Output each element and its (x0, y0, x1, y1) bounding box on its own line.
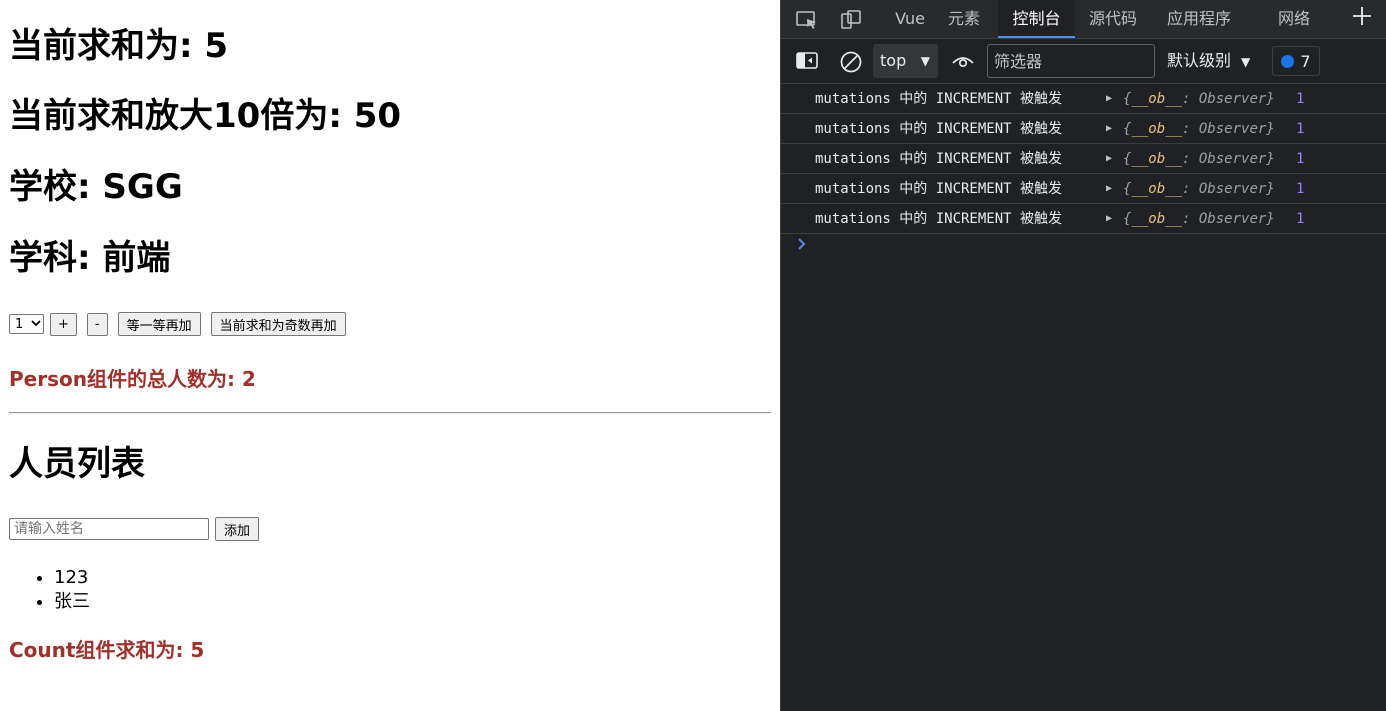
counter-controls: 1 + - 等一等再加 当前求和为奇数再加 (9, 312, 346, 336)
expand-triangle-icon[interactable]: ▶ (1106, 174, 1112, 204)
console-number-value: 1 (1296, 91, 1305, 107)
console-message-text: mutations 中的 INCREMENT 被触发 (815, 121, 1063, 137)
context-value: top (880, 51, 907, 70)
devtools-panel: Vue 元素 控制台 源代码 应用程序 网络 top ▼ 默认级别 ▼ 7 (780, 0, 1386, 711)
subject-heading: 学科: 前端 (9, 238, 171, 278)
prompt-chevron-icon[interactable] (797, 236, 807, 255)
console-number-value: 1 (1296, 181, 1305, 197)
expand-triangle-icon[interactable]: ▶ (1106, 204, 1112, 234)
console-object-preview[interactable]: {__ob__: Observer} (1123, 84, 1275, 114)
console-message-text: mutations 中的 INCREMENT 被触发 (815, 211, 1063, 227)
console-object-preview[interactable]: {__ob__: Observer} (1123, 114, 1275, 144)
console-message-text: mutations 中的 INCREMENT 被触发 (815, 181, 1063, 197)
devtools-tabbar: Vue 元素 控制台 源代码 应用程序 网络 (781, 0, 1386, 39)
tab-elements[interactable]: 元素 (941, 0, 987, 38)
triangle-down-icon: ▼ (920, 54, 930, 68)
console-number-value: 1 (1296, 151, 1305, 167)
live-expression-icon[interactable] (951, 51, 975, 73)
person-total-text: Person组件的总人数为: 2 (9, 367, 256, 391)
console-object-preview[interactable]: {__ob__: Observer} (1123, 204, 1275, 234)
console-toolbar: top ▼ 默认级别 ▼ 7 (781, 39, 1386, 84)
add-person-row: 添加 (9, 517, 260, 541)
count-sum-text: Count组件求和为: 5 (9, 638, 205, 662)
tab-application[interactable]: 应用程序 (1159, 0, 1239, 38)
message-count-badge[interactable]: 7 (1272, 46, 1320, 76)
console-message-text: mutations 中的 INCREMENT 被触发 (815, 91, 1063, 107)
console-number-value: 1 (1296, 121, 1305, 137)
app-page: 当前求和为: 5 当前求和放大10倍为: 50 学校: SGG 学科: 前端 1… (0, 0, 780, 711)
tab-vue[interactable]: Vue (887, 0, 933, 38)
step-select[interactable]: 1 (9, 314, 44, 334)
person-list: 123 张三 (30, 566, 90, 614)
tab-network[interactable]: 网络 (1269, 0, 1319, 38)
console-filter-input[interactable] (987, 44, 1155, 78)
sum-heading: 当前求和为: 5 (9, 26, 229, 66)
school-heading: 学校: SGG (9, 167, 183, 207)
tab-sources[interactable]: 源代码 (1081, 0, 1145, 38)
console-message-text: mutations 中的 INCREMENT 被触发 (815, 151, 1063, 167)
console-message: mutations 中的 INCREMENT 被触发 ▶ {__ob__: Ob… (781, 174, 1386, 204)
device-toggle-icon[interactable] (839, 9, 863, 31)
odd-add-button[interactable]: 当前求和为奇数再加 (210, 312, 346, 336)
add-person-button[interactable]: 添加 (215, 517, 260, 541)
add-tab-icon[interactable] (1351, 5, 1373, 32)
console-message: mutations 中的 INCREMENT 被触发 ▶ {__ob__: Ob… (781, 204, 1386, 234)
list-item: 123 (54, 566, 90, 590)
tab-console[interactable]: 控制台 (998, 0, 1075, 38)
expand-triangle-icon[interactable]: ▶ (1106, 114, 1112, 144)
inspect-icon[interactable] (795, 9, 819, 31)
expand-triangle-icon[interactable]: ▶ (1106, 84, 1112, 114)
increment-button[interactable]: + (50, 312, 77, 336)
list-item: 张三 (54, 590, 90, 614)
person-list-heading: 人员列表 (9, 444, 145, 484)
message-count: 7 (1300, 51, 1311, 71)
triangle-down-icon: ▼ (1241, 55, 1251, 69)
name-input[interactable] (9, 518, 209, 540)
console-number-value: 1 (1296, 211, 1305, 227)
console-message: mutations 中的 INCREMENT 被触发 ▶ {__ob__: Ob… (781, 84, 1386, 114)
sidebar-icon[interactable] (795, 50, 819, 72)
clear-console-icon[interactable] (839, 50, 863, 73)
log-levels-label: 默认级别 (1167, 51, 1232, 70)
wait-add-button[interactable]: 等一等再加 (117, 312, 201, 336)
log-levels-dropdown[interactable]: 默认级别 ▼ (1167, 44, 1250, 78)
console-log-list: mutations 中的 INCREMENT 被触发 ▶ {__ob__: Ob… (781, 84, 1386, 234)
message-bubble-icon (1281, 54, 1295, 68)
console-message: mutations 中的 INCREMENT 被触发 ▶ {__ob__: Ob… (781, 114, 1386, 144)
divider (9, 412, 771, 414)
decrement-button[interactable]: - (86, 312, 108, 336)
chevron-down-icon (31, 319, 41, 330)
console-object-preview[interactable]: {__ob__: Observer} (1123, 144, 1275, 174)
expand-triangle-icon[interactable]: ▶ (1106, 144, 1112, 174)
context-selector[interactable]: top ▼ (873, 44, 938, 78)
console-object-preview[interactable]: {__ob__: Observer} (1123, 174, 1275, 204)
step-select-value: 1 (15, 316, 24, 332)
bigsum-heading: 当前求和放大10倍为: 50 (9, 96, 402, 136)
console-message: mutations 中的 INCREMENT 被触发 ▶ {__ob__: Ob… (781, 144, 1386, 174)
